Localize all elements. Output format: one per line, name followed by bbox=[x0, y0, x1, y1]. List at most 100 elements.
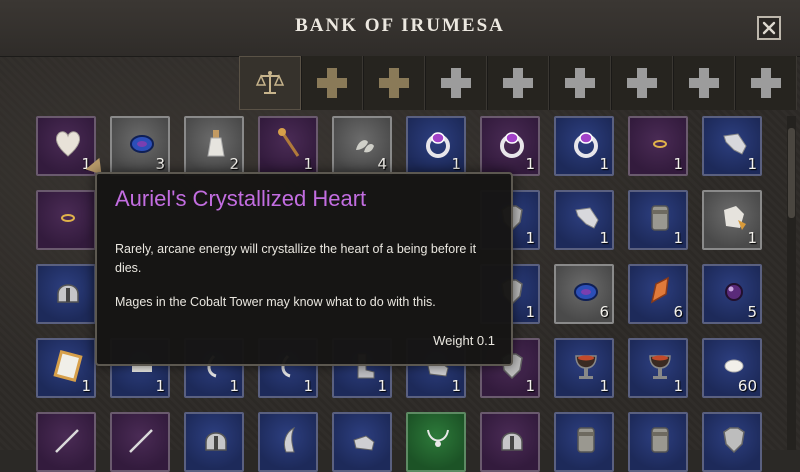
bank-tab-3[interactable] bbox=[363, 56, 425, 110]
helmet-icon bbox=[501, 432, 523, 451]
inventory-slot[interactable] bbox=[258, 412, 318, 472]
item-quantity: 1 bbox=[303, 155, 313, 173]
bracelet-icon bbox=[61, 214, 75, 222]
inventory-slot[interactable] bbox=[110, 412, 170, 472]
bank-tab-7[interactable] bbox=[611, 56, 673, 110]
item-quantity: 5 bbox=[747, 303, 757, 321]
plus-icon bbox=[503, 68, 533, 98]
tooltip-weight: Weight 0.1 bbox=[433, 333, 495, 348]
item-quantity: 1 bbox=[525, 229, 535, 247]
sword-icon bbox=[55, 429, 79, 453]
plus-icon bbox=[565, 68, 595, 98]
bank-tabs bbox=[239, 56, 800, 110]
inventory-slot[interactable]: 1 bbox=[406, 116, 466, 176]
item-quantity: 1 bbox=[525, 377, 535, 395]
armor-icon bbox=[723, 427, 745, 454]
inventory-slot[interactable]: 60 bbox=[702, 338, 762, 398]
inventory-slot[interactable] bbox=[36, 190, 96, 250]
item-quantity: 1 bbox=[229, 377, 239, 395]
bank-tab-6[interactable] bbox=[549, 56, 611, 110]
plus-icon bbox=[441, 68, 471, 98]
necklace-icon bbox=[427, 429, 449, 447]
item-quantity: 3 bbox=[155, 155, 165, 173]
item-quantity: 1 bbox=[747, 229, 757, 247]
inventory-slot[interactable]: 1 bbox=[554, 190, 614, 250]
item-quantity: 1 bbox=[303, 377, 313, 395]
sword-icon bbox=[129, 429, 153, 453]
inventory-slot[interactable] bbox=[628, 412, 688, 472]
inventory-slot[interactable]: 1 bbox=[628, 116, 688, 176]
bank-tab-9[interactable] bbox=[735, 56, 797, 110]
item-quantity: 6 bbox=[599, 303, 609, 321]
scrollbar[interactable] bbox=[787, 116, 796, 450]
item-quantity: 1 bbox=[155, 377, 165, 395]
inventory-slot[interactable]: 1 bbox=[702, 190, 762, 250]
scale-icon bbox=[255, 71, 285, 94]
bracers-icon bbox=[577, 427, 595, 453]
plus-icon bbox=[689, 68, 719, 98]
plus-icon bbox=[751, 68, 781, 98]
inventory-slot[interactable]: 3 bbox=[110, 116, 170, 176]
window-title: BANK OF IRUMESA bbox=[295, 15, 505, 36]
inventory-slot[interactable]: 2 bbox=[184, 116, 244, 176]
item-quantity: 1 bbox=[673, 229, 683, 247]
item-quantity: 1 bbox=[451, 377, 461, 395]
item-quantity: 1 bbox=[451, 155, 461, 173]
inventory-slot[interactable] bbox=[480, 412, 540, 472]
bracers-icon bbox=[651, 427, 669, 453]
close-icon bbox=[762, 21, 776, 35]
item-quantity: 6 bbox=[673, 303, 683, 321]
item-quantity: 1 bbox=[747, 155, 757, 173]
item-quantity: 60 bbox=[737, 377, 757, 395]
bank-tab-4[interactable] bbox=[425, 56, 487, 110]
inventory-slot[interactable]: 4 bbox=[332, 116, 392, 176]
scroll-thumb[interactable] bbox=[788, 128, 795, 218]
inventory-slot[interactable]: 1 bbox=[628, 190, 688, 250]
inventory-slot[interactable]: 6 bbox=[554, 264, 614, 324]
inventory-slot[interactable] bbox=[184, 412, 244, 472]
inventory-slot[interactable]: 5 bbox=[702, 264, 762, 324]
item-quantity: 4 bbox=[377, 155, 387, 173]
inventory-slot[interactable] bbox=[332, 412, 392, 472]
inventory-slot[interactable]: 1 bbox=[554, 338, 614, 398]
inventory-slot[interactable] bbox=[36, 412, 96, 472]
inventory-slot[interactable] bbox=[406, 412, 466, 472]
helmet-icon bbox=[205, 432, 227, 451]
tooltip-line-2: Mages in the Cobalt Tower may know what … bbox=[115, 295, 436, 309]
item-quantity: 1 bbox=[525, 303, 535, 321]
bank-tab-2[interactable] bbox=[301, 56, 363, 110]
item-quantity: 1 bbox=[377, 377, 387, 395]
item-quantity: 2 bbox=[229, 155, 239, 173]
inventory-slot[interactable] bbox=[702, 412, 762, 472]
inventory-slot[interactable]: 1 bbox=[36, 338, 96, 398]
plus-icon bbox=[379, 68, 409, 98]
inventory-slot[interactable] bbox=[554, 412, 614, 472]
item-quantity: 1 bbox=[673, 155, 683, 173]
plus-icon bbox=[317, 68, 347, 98]
tooltip-line-1: Rarely, arcane energy will crystallize t… bbox=[115, 242, 477, 275]
title-bar: BANK OF IRUMESA bbox=[0, 0, 800, 57]
item-quantity: 1 bbox=[599, 377, 609, 395]
bank-tab-5[interactable] bbox=[487, 56, 549, 110]
bank-tab-8[interactable] bbox=[673, 56, 735, 110]
inventory-slot[interactable] bbox=[36, 264, 96, 324]
tooltip-title: Auriel's Crystallized Heart bbox=[115, 186, 367, 211]
inventory-slot[interactable]: 1 bbox=[554, 116, 614, 176]
close-button[interactable] bbox=[757, 16, 781, 40]
inventory-slot[interactable]: 1 bbox=[480, 116, 540, 176]
plus-icon bbox=[627, 68, 657, 98]
bank-tab-1[interactable] bbox=[239, 56, 301, 110]
inventory-slot[interactable]: 1 bbox=[258, 116, 318, 176]
inventory-slot[interactable]: 1 bbox=[702, 116, 762, 176]
item-quantity: 1 bbox=[599, 229, 609, 247]
item-quantity: 1 bbox=[673, 377, 683, 395]
tooltip-description: Rarely, arcane energy will crystallize t… bbox=[115, 240, 505, 327]
helmet-icon bbox=[57, 284, 79, 303]
inventory-slot[interactable]: 6 bbox=[628, 264, 688, 324]
item-quantity: 1 bbox=[525, 155, 535, 173]
inventory-slot[interactable]: 1 bbox=[628, 338, 688, 398]
wing-icon bbox=[283, 426, 296, 453]
item-quantity: 1 bbox=[599, 155, 609, 173]
item-tooltip: Auriel's Crystallized Heart Rarely, arca… bbox=[95, 172, 513, 366]
gauntlet-icon bbox=[353, 435, 375, 451]
